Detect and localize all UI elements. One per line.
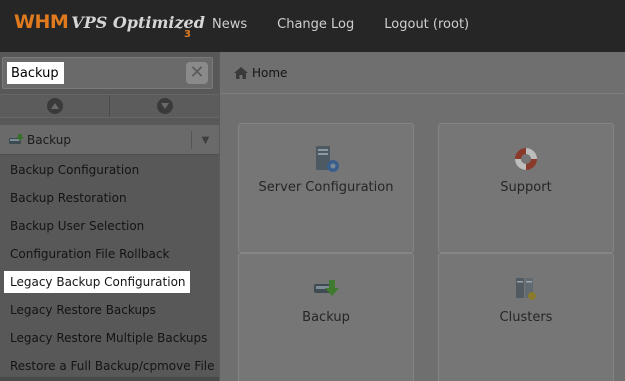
nav-news-link[interactable]: News xyxy=(212,17,247,32)
tile-label-support: Support xyxy=(500,180,552,195)
category-label: Backup xyxy=(27,132,71,147)
sidebar-item-backup-restoration[interactable]: Backup Restoration xyxy=(0,184,219,212)
breadcrumb: Home xyxy=(220,52,625,94)
sidebar-menu: Backup Configuration Backup Restoration … xyxy=(0,156,219,380)
tile-label-backup: Backup xyxy=(302,310,350,325)
top-nav: News Change Log Logout (root) xyxy=(212,17,499,32)
sidebar-item-backup-user-selection[interactable]: Backup User Selection xyxy=(0,212,219,240)
tile-label-clusters: Clusters xyxy=(499,310,553,325)
backup-drive-icon xyxy=(314,280,339,296)
scroll-up-button[interactable] xyxy=(0,95,109,117)
main-content: Home Server Configuration Support Backup xyxy=(219,52,625,381)
tile-support[interactable]: Support xyxy=(438,123,614,253)
sidebar-bottom-border xyxy=(0,377,219,381)
clusters-icon xyxy=(516,278,536,300)
logo-whm-text: WHM xyxy=(14,11,69,33)
clear-search-icon[interactable]: ✕ xyxy=(186,62,208,84)
sidebar: ✕ Backup ▼ Backup Configuration Backup R… xyxy=(0,52,219,381)
sidebar-item-configuration-file-rollback[interactable]: Configuration File Rollback xyxy=(0,240,219,268)
nav-change-log-link[interactable]: Change Log xyxy=(277,17,354,32)
whm-logo[interactable]: WHM VPS Optimized 3 xyxy=(14,11,205,41)
home-icon xyxy=(234,66,248,79)
category-header-backup[interactable]: Backup ▼ xyxy=(0,125,219,155)
server-configuration-icon xyxy=(316,146,339,172)
scroll-arrows xyxy=(0,94,219,118)
scroll-down-button[interactable] xyxy=(109,95,219,117)
backup-category-icon xyxy=(9,133,24,144)
nav-logout-link[interactable]: Logout (root) xyxy=(384,17,469,32)
sidebar-item-restore-full-backup[interactable]: Restore a Full Backup/cpmove File xyxy=(0,352,219,380)
chevron-up-icon xyxy=(46,98,63,114)
tile-label-server-configuration: Server Configuration xyxy=(258,180,394,195)
tile-server-configuration[interactable]: Server Configuration xyxy=(238,123,414,253)
sidebar-item-legacy-backup-configuration[interactable]: Legacy Backup Configuration xyxy=(4,271,190,293)
logo-version-number: 3 xyxy=(184,29,191,40)
sidebar-item-backup-configuration[interactable]: Backup Configuration xyxy=(0,156,219,184)
sidebar-item-legacy-restore-backups[interactable]: Legacy Restore Backups xyxy=(0,296,219,324)
chevron-down-icon xyxy=(156,98,173,114)
search-input[interactable] xyxy=(7,62,64,84)
tile-clusters[interactable]: Clusters xyxy=(438,253,614,381)
top-header: WHM VPS Optimized 3 News Change Log Logou… xyxy=(0,0,625,52)
collapse-chevron-icon[interactable]: ▼ xyxy=(191,131,219,149)
tile-backup[interactable]: Backup xyxy=(238,253,414,381)
breadcrumb-home-link[interactable]: Home xyxy=(252,66,287,80)
search-box: ✕ xyxy=(2,57,213,89)
lifebuoy-icon xyxy=(515,148,537,170)
sidebar-item-legacy-restore-multiple-backups[interactable]: Legacy Restore Multiple Backups xyxy=(0,324,219,352)
